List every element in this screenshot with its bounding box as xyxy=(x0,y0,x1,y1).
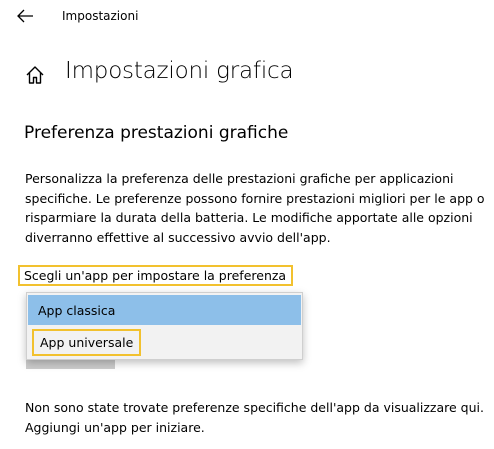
option-classic-app-label: App classica xyxy=(38,302,116,318)
page-header: Impostazioni grafica xyxy=(0,48,494,98)
title-bar: Impostazioni xyxy=(0,0,494,34)
option-universal-app[interactable]: App universale xyxy=(28,327,301,357)
empty-state-message: Non sono state trovate preferenze specif… xyxy=(25,400,484,435)
section-description: Personalizza la preferenza delle prestaz… xyxy=(25,171,485,245)
option-classic-app[interactable]: App classica xyxy=(28,295,301,325)
section-title: Preferenza prestazioni grafiche xyxy=(24,123,289,143)
app-type-label: Scegli un'app per impostare la preferenz… xyxy=(24,268,287,283)
option-universal-app-label: App universale xyxy=(40,335,134,350)
back-arrow-icon[interactable] xyxy=(15,7,35,25)
app-type-label-highlight: Scegli un'app per impostare la preferenz… xyxy=(18,265,294,286)
home-icon xyxy=(26,66,44,84)
app-title: Impostazioni xyxy=(62,9,139,23)
option-universal-app-highlight: App universale xyxy=(32,329,142,356)
page-title: Impostazioni grafica xyxy=(65,58,294,84)
app-type-dropdown-menu: App classica App universale xyxy=(26,292,303,360)
